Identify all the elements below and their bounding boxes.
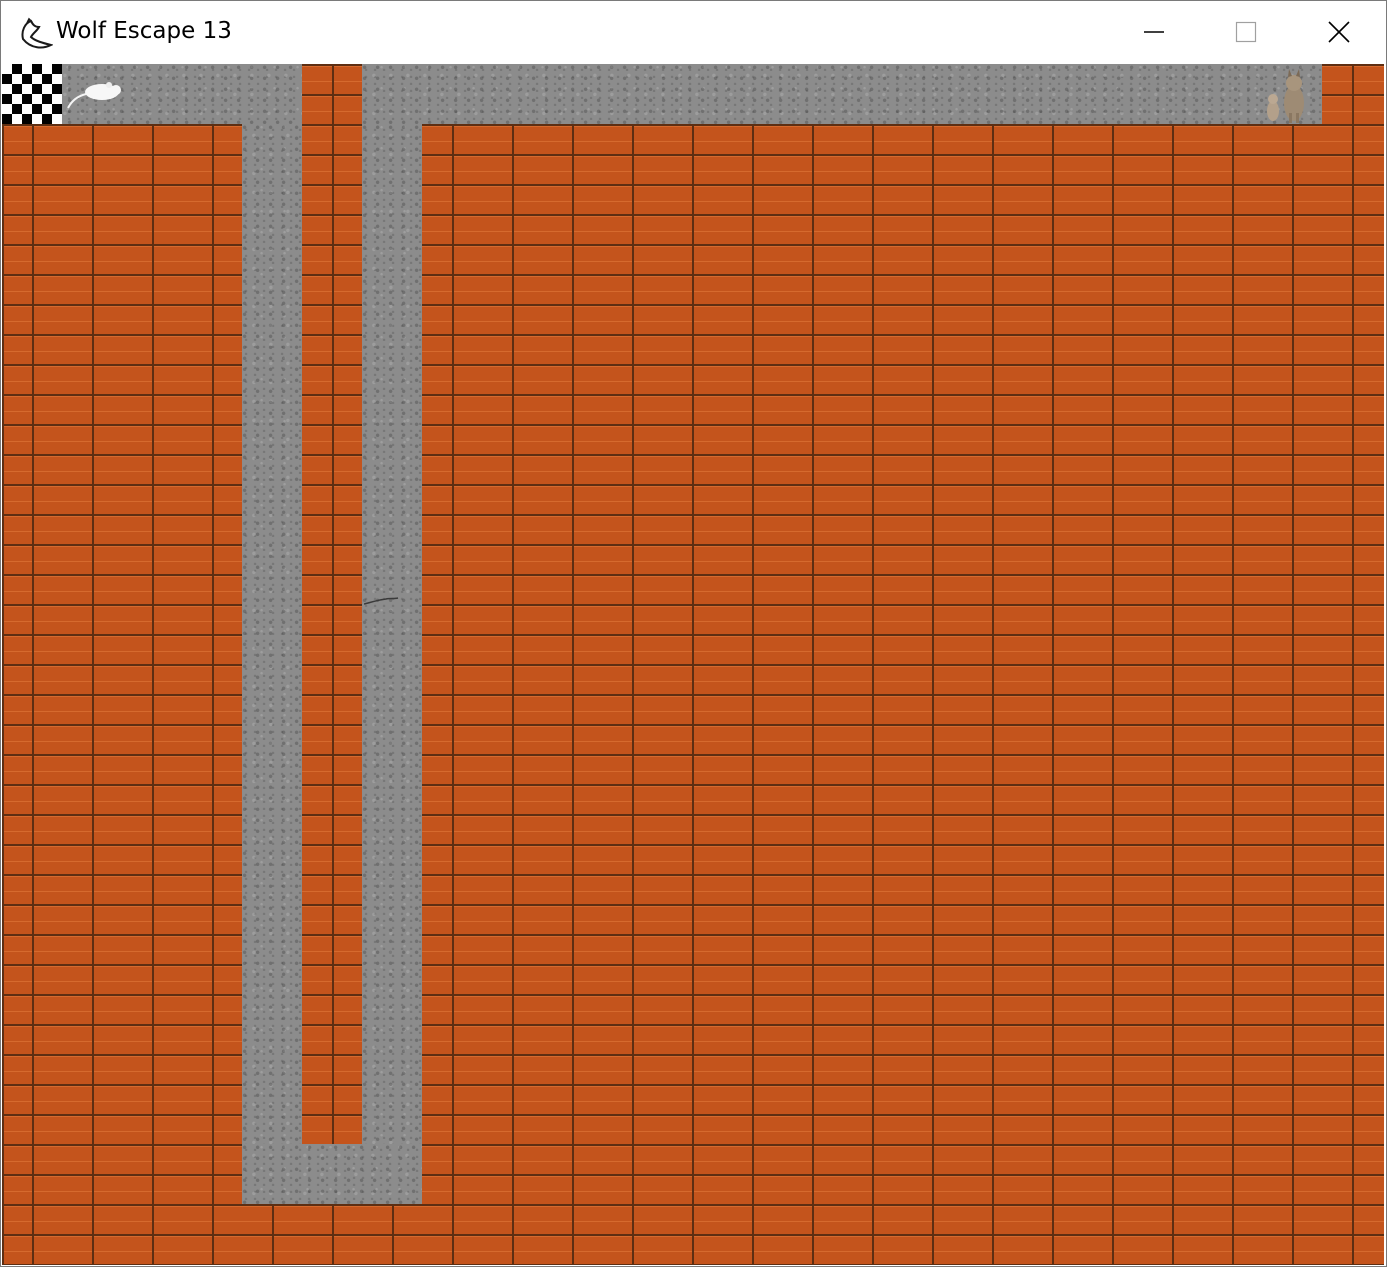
minimize-icon (1144, 31, 1164, 33)
wolf-head-icon (21, 17, 53, 49)
maximize-button[interactable] (1200, 1, 1292, 63)
maze-board[interactable] (2, 64, 1384, 1265)
window-title: Wolf Escape 13 (56, 18, 232, 44)
finish-flag-tile (2, 64, 62, 124)
floor-corridor-top-right (362, 64, 1322, 124)
floor-corridor-bottom (242, 1144, 422, 1204)
floor-crack-mark (364, 597, 399, 605)
white-mouse-sprite (67, 82, 121, 109)
close-icon (1328, 21, 1350, 43)
title-bar[interactable]: Wolf Escape 13 (1, 1, 1386, 63)
close-button[interactable] (1293, 1, 1385, 63)
floor-corridor-left-vertical (242, 124, 302, 1204)
floor-corridor-right-vertical (362, 124, 422, 1204)
minimize-button[interactable] (1108, 1, 1200, 63)
game-window: Wolf Escape 13 (0, 0, 1387, 1267)
maximize-icon (1235, 21, 1257, 43)
wolf-pair-sprite (1267, 69, 1304, 123)
